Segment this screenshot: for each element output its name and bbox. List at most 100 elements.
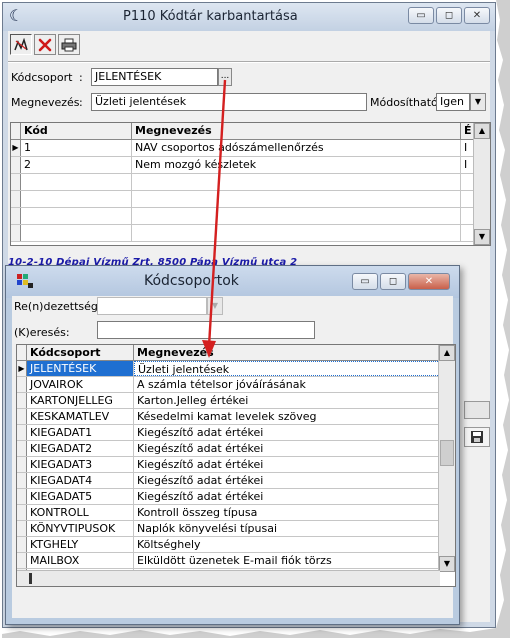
empty-row xyxy=(11,208,490,225)
main-titlebar[interactable]: ☾ P110 Kódtár karbantartása ▭ ◻ ✕ xyxy=(3,3,495,31)
table-row[interactable]: KIEGADAT3 Kiegészítő adat értékei xyxy=(17,457,440,473)
cell-kodcsoport[interactable]: KTGHELY xyxy=(27,537,134,552)
cell-megnevezes[interactable]: Nem mozgó készletek xyxy=(132,157,461,173)
empty-cell xyxy=(132,191,461,207)
cell-megnevezes[interactable]: Kiegészítő adat értékei xyxy=(134,425,440,440)
main-window-controls: ▭ ◻ ✕ xyxy=(408,7,490,25)
row-indicator-header xyxy=(11,123,21,139)
codes-grid: Kód Megnevezés É ▶ 1 NAV csoportos adósz… xyxy=(10,122,491,246)
table-row[interactable]: ▶ 1 NAV csoportos adószámellenőrzés I xyxy=(11,140,490,157)
grid-header-row: Kódcsoport Megnevezés xyxy=(17,345,455,361)
maximize-button[interactable]: ◻ xyxy=(436,7,462,24)
cell-megnevezes[interactable]: Karton.Jelleg értékei xyxy=(134,393,440,408)
cell-kodcsoport[interactable]: KIEGADAT2 xyxy=(27,441,134,456)
cell-kodcsoport[interactable]: KESKAMATLEV xyxy=(27,409,134,424)
side-save-button[interactable] xyxy=(464,427,490,447)
cell-kodcsoport[interactable]: KIEGADAT3 xyxy=(27,457,134,472)
cell-megnevezes[interactable]: Költséghely xyxy=(134,537,440,552)
red-x-icon xyxy=(38,38,52,51)
table-row[interactable]: KÖNYVTIPUSOK Naplók könyvelési típusai xyxy=(17,521,440,537)
rendezettseg-dropdown-button[interactable]: ▼ xyxy=(207,297,223,315)
scroll-up-button[interactable]: ▲ xyxy=(474,123,490,139)
kereses-input[interactable] xyxy=(97,321,315,339)
close-icon: ✕ xyxy=(424,275,434,287)
scroll-down-button[interactable]: ▼ xyxy=(474,229,490,245)
cell-kodcsoport[interactable]: KONTROLL xyxy=(27,505,134,520)
horizontal-scroll-thumb[interactable] xyxy=(29,573,32,584)
scroll-thumb[interactable] xyxy=(440,440,454,466)
cell-megnevezes[interactable]: A számla tételsor jóváírásának xyxy=(134,377,440,392)
maximize-icon: ◻ xyxy=(444,9,454,21)
dialog-close-button[interactable]: ✕ xyxy=(408,273,450,290)
row-indicator xyxy=(17,425,27,440)
column-header-megnevezes[interactable]: Megnevezés xyxy=(134,345,440,360)
modosithato-dropdown-button[interactable]: ▼ xyxy=(470,93,486,111)
scroll-down-button[interactable]: ▼ xyxy=(439,556,455,572)
kodcsoport-lookup-button[interactable]: ... xyxy=(218,68,232,86)
cell-kodcsoport[interactable]: KIEGADAT4 xyxy=(27,473,134,488)
cell-megnevezes[interactable]: NAV csoportos adószámellenőrzés xyxy=(132,140,461,156)
side-panel-button[interactable] xyxy=(464,401,490,419)
kodcsoport-field[interactable]: JELENTÉSEK xyxy=(91,68,218,86)
table-row[interactable]: JOVAIROK A számla tételsor jóváírásának xyxy=(17,377,440,393)
column-header-megnevezes[interactable]: Megnevezés xyxy=(132,123,461,139)
table-row[interactable]: KIEGADAT1 Kiegészítő adat értékei xyxy=(17,425,440,441)
table-row[interactable]: KIEGADAT4 Kiegészítő adat értékei xyxy=(17,473,440,489)
table-row[interactable]: ▶ JELENTÉSEK Üzleti jelentések xyxy=(17,361,440,377)
cell-megnevezes[interactable]: Kiegészítő adat értékei xyxy=(134,489,440,504)
cell-kodcsoport[interactable]: JELENTÉSEK xyxy=(27,361,134,376)
cell-kodcsoport[interactable]: KÖNYVTIPUSOK xyxy=(27,521,134,536)
toolbar-print-button[interactable] xyxy=(58,34,80,55)
cell-megnevezes[interactable]: Elküldött üzenetek E-mail fiók törzs xyxy=(134,553,440,568)
dialog-grid-horizontal-scrollbar[interactable] xyxy=(17,570,440,586)
cell-megnevezes[interactable]: Kiegészítő adat értékei xyxy=(134,441,440,456)
cell-kodcsoport[interactable]: KIEGADAT1 xyxy=(27,425,134,440)
table-row[interactable]: KIEGADAT5 Kiegészítő adat értékei xyxy=(17,489,440,505)
column-header-kodcsoport[interactable]: Kódcsoport xyxy=(27,345,134,360)
cell-megnevezes[interactable]: Késedelmi kamat levelek szöveg xyxy=(134,409,440,424)
dialog-app-icon xyxy=(17,274,33,288)
minimize-button[interactable]: ▭ xyxy=(408,7,434,24)
row-indicator xyxy=(11,208,21,224)
cell-kodcsoport[interactable]: MAILBOX xyxy=(27,553,134,568)
dialog-maximize-button[interactable]: ◻ xyxy=(380,273,406,290)
cell-kodcsoport[interactable]: KARTONJELLEG xyxy=(27,393,134,408)
table-row[interactable]: KARTONJELLEG Karton.Jelleg értékei xyxy=(17,393,440,409)
toolbar-edit-button[interactable] xyxy=(10,34,32,55)
row-indicator xyxy=(17,457,27,472)
row-indicator xyxy=(11,191,21,207)
modosithato-select[interactable]: Igen xyxy=(436,93,470,111)
cell-kod[interactable]: 2 xyxy=(21,157,132,173)
cell-kodcsoport[interactable]: JOVAIROK xyxy=(27,377,134,392)
cell-megnevezes[interactable]: Kontroll összeg típusa xyxy=(134,505,440,520)
cell-megnevezes[interactable]: Naplók könyvelési típusai xyxy=(134,521,440,536)
dialog-titlebar[interactable]: Kódcsoportok ▭ ◻ ✕ xyxy=(6,266,459,298)
dialog-minimize-button[interactable]: ▭ xyxy=(352,273,378,290)
table-row[interactable]: MAILBOX Elküldött üzenetek E-mail fiók tö… xyxy=(17,553,440,569)
cell-megnevezes[interactable]: Kiegészítő adat értékei xyxy=(134,457,440,472)
cell-megnevezes[interactable]: Üzleti jelentések xyxy=(134,361,440,376)
table-row[interactable]: KIEGADAT2 Kiegészítő adat értékei xyxy=(17,441,440,457)
empty-cell xyxy=(132,174,461,190)
table-row[interactable]: 2 Nem mozgó készletek I xyxy=(11,157,490,174)
column-header-kod[interactable]: Kód xyxy=(21,123,132,139)
cell-kod[interactable]: 1 xyxy=(21,140,132,156)
megnevezes-field[interactable]: Üzleti jelentések xyxy=(91,93,367,111)
minimize-icon: ▭ xyxy=(360,275,370,287)
scroll-up-button[interactable]: ▲ xyxy=(439,345,455,361)
close-button[interactable]: ✕ xyxy=(464,7,490,24)
table-row[interactable]: KONTROLL Kontroll összeg típusa xyxy=(17,505,440,521)
toolbar-delete-button[interactable] xyxy=(34,34,56,55)
current-row-indicator-icon: ▶ xyxy=(11,140,21,156)
cell-megnevezes[interactable]: Kiegészítő adat értékei xyxy=(134,473,440,488)
rendezettseg-select[interactable] xyxy=(97,297,207,315)
dialog-grid-vertical-scrollbar[interactable]: ▲ ▼ xyxy=(438,345,455,572)
row-indicator xyxy=(11,174,21,190)
row-indicator xyxy=(11,225,21,241)
table-row[interactable]: KESKAMATLEV Késedelmi kamat levelek szöve… xyxy=(17,409,440,425)
dialog-body: Re(n)dezettség: ▼ (K)eresés: Kódcsoport … xyxy=(12,296,456,618)
toolbar xyxy=(10,34,80,55)
table-row[interactable]: KTGHELY Költséghely xyxy=(17,537,440,553)
cell-kodcsoport[interactable]: KIEGADAT5 xyxy=(27,489,134,504)
grid-vertical-scrollbar[interactable]: ▲ ▼ xyxy=(473,123,490,245)
